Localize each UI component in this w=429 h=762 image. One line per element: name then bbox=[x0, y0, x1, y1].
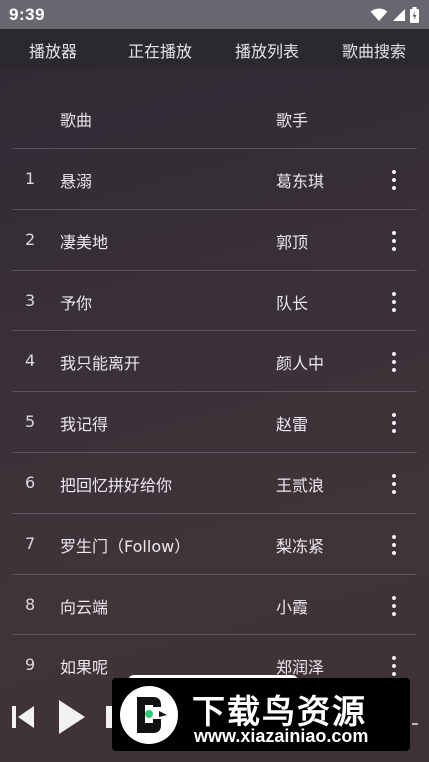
song-row[interactable]: 4 我只能离开 颜人中 bbox=[12, 330, 417, 391]
divider bbox=[412, 723, 418, 725]
header-song: 歌曲 bbox=[60, 111, 93, 130]
tab-player[interactable]: 播放器 bbox=[29, 38, 77, 62]
header-artist: 歌手 bbox=[276, 111, 309, 130]
song-title: 我记得 bbox=[60, 415, 109, 435]
status-bar: 9:39 bbox=[0, 0, 429, 29]
song-row[interactable]: 3 予你 队长 bbox=[12, 269, 417, 331]
song-artist: 颜人中 bbox=[276, 354, 325, 374]
song-title: 予你 bbox=[60, 293, 93, 313]
more-vert-icon[interactable] bbox=[384, 534, 404, 556]
battery-icon bbox=[410, 6, 419, 23]
more-vert-icon[interactable] bbox=[384, 169, 404, 191]
song-row[interactable]: 5 我记得 赵雷 bbox=[12, 391, 417, 452]
more-vert-icon[interactable] bbox=[384, 412, 404, 434]
song-title: 悬溺 bbox=[60, 172, 93, 191]
song-number: 3 bbox=[25, 290, 36, 310]
more-vert-icon[interactable] bbox=[384, 473, 404, 495]
more-vert-icon[interactable] bbox=[384, 655, 404, 677]
watermark: 下载鸟资源 www.xiazainiao.com bbox=[112, 678, 410, 751]
song-artist: 葛东琪 bbox=[276, 172, 325, 191]
song-number: 4 bbox=[25, 351, 36, 371]
song-title: 向云端 bbox=[60, 597, 109, 617]
song-title: 罗生门（Follow） bbox=[60, 536, 191, 556]
song-title: 把回忆拼好给你 bbox=[60, 475, 173, 495]
play-icon[interactable] bbox=[57, 699, 87, 735]
signal-icon bbox=[393, 8, 405, 21]
song-number: 7 bbox=[25, 533, 36, 553]
tab-song-search[interactable]: 歌曲搜索 bbox=[342, 38, 406, 62]
status-icons bbox=[370, 6, 419, 23]
song-row[interactable]: 1 悬溺 葛东琪 bbox=[12, 148, 417, 209]
table-header: 歌曲 歌手 bbox=[0, 105, 429, 131]
song-artist: 小霞 bbox=[276, 597, 309, 617]
song-title: 我只能离开 bbox=[60, 354, 141, 374]
more-vert-icon[interactable] bbox=[384, 291, 404, 313]
song-number: 1 bbox=[25, 169, 36, 188]
song-title: 凄美地 bbox=[60, 232, 109, 252]
tab-now-playing[interactable]: 正在播放 bbox=[128, 38, 192, 62]
song-artist: 梨冻紧 bbox=[276, 536, 325, 556]
more-vert-icon[interactable] bbox=[384, 230, 404, 252]
song-title: 如果呢 bbox=[60, 658, 109, 678]
song-artist: 赵雷 bbox=[276, 415, 309, 435]
more-vert-icon[interactable] bbox=[384, 351, 404, 373]
song-number: 2 bbox=[25, 229, 36, 249]
song-row[interactable]: 2 凄美地 郭顶 bbox=[12, 208, 417, 270]
tab-bar: 播放器 正在播放 播放列表 歌曲搜索 bbox=[0, 29, 429, 69]
song-number: 9 bbox=[25, 655, 36, 675]
tab-playlist[interactable]: 播放列表 bbox=[235, 38, 299, 62]
song-artist: 王贰浪 bbox=[276, 475, 325, 495]
song-number: 6 bbox=[25, 472, 36, 492]
song-artist: 郭顶 bbox=[276, 232, 309, 252]
song-list: 1 悬溺 葛东琪 2 凄美地 郭顶 3 予你 队长 4 我只能离开 颜人中 5 … bbox=[12, 148, 417, 695]
song-artist: 队长 bbox=[276, 293, 309, 313]
status-time: 9:39 bbox=[9, 4, 46, 24]
song-row[interactable]: 7 罗生门（Follow） 梨冻紧 bbox=[12, 512, 417, 574]
song-number: 5 bbox=[25, 412, 36, 432]
song-row[interactable]: 8 向云端 小霞 bbox=[12, 573, 417, 635]
more-vert-icon[interactable] bbox=[384, 595, 404, 617]
song-number: 8 bbox=[25, 594, 36, 614]
bird-logo-icon bbox=[120, 686, 178, 744]
skip-previous-icon[interactable] bbox=[10, 704, 36, 730]
song-row[interactable]: 6 把回忆拼好给你 王贰浪 bbox=[12, 451, 417, 513]
watermark-url: www.xiazainiao.com bbox=[194, 726, 369, 746]
wifi-icon bbox=[370, 8, 388, 21]
